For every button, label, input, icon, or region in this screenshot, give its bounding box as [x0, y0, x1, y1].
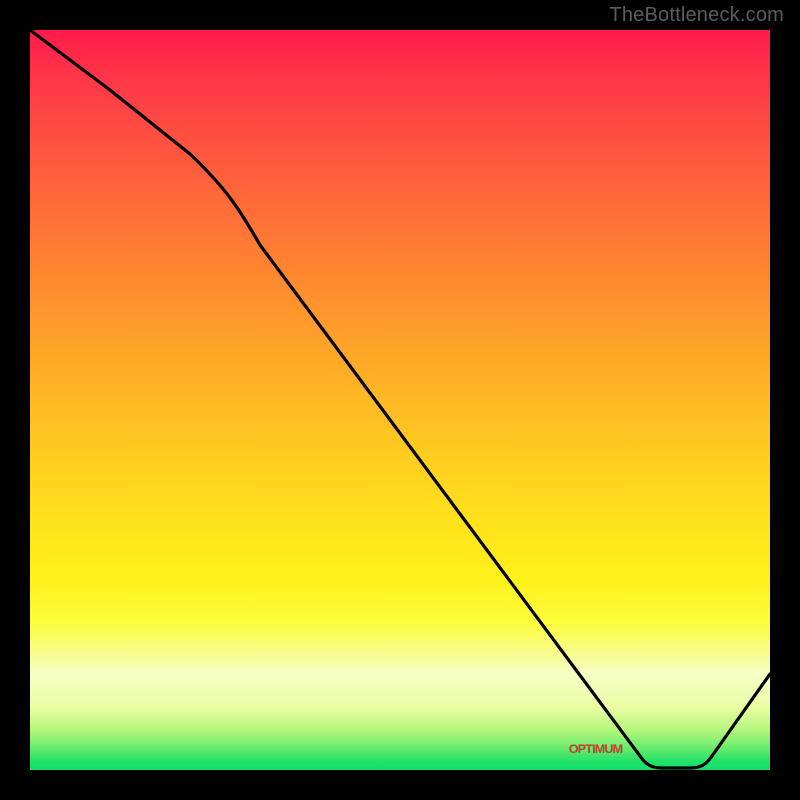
chart-stage: TheBottleneck.com OPTIMUM [0, 0, 800, 800]
optimum-label: OPTIMUM [569, 742, 623, 756]
plot-area: OPTIMUM [30, 30, 770, 770]
watermark-text: TheBottleneck.com [609, 4, 784, 27]
curve-path [30, 30, 770, 768]
bottleneck-curve [30, 30, 770, 770]
